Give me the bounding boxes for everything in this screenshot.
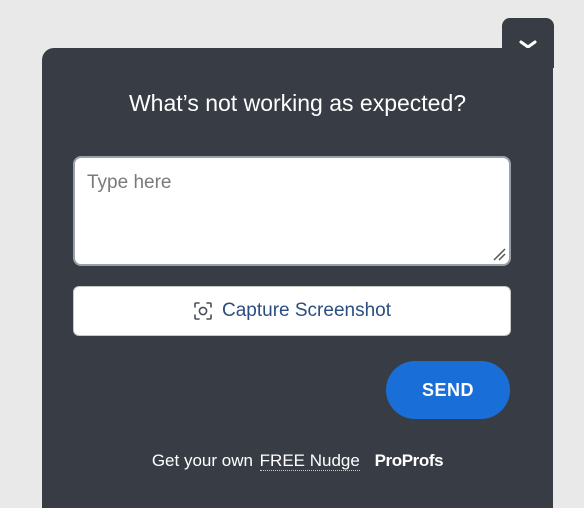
feedback-textarea-container xyxy=(73,156,511,266)
footer-promo: Get your own FREE Nudge ProProfs xyxy=(42,449,553,473)
feedback-textarea[interactable] xyxy=(75,158,509,264)
feedback-panel: What’s not working as expected? Capture … xyxy=(42,48,553,508)
send-button[interactable]: SEND xyxy=(386,361,510,419)
capture-screenshot-label: Capture Screenshot xyxy=(222,300,391,321)
panel-title: What’s not working as expected? xyxy=(128,90,467,116)
free-nudge-link[interactable]: FREE Nudge xyxy=(259,451,360,471)
resize-grip-icon[interactable] xyxy=(491,246,507,262)
capture-screenshot-button[interactable]: Capture Screenshot xyxy=(73,286,511,336)
screenshot-icon xyxy=(194,302,212,320)
proprofs-logo: ProProfs xyxy=(374,451,444,470)
footer-prefix: Get your own xyxy=(151,451,253,470)
